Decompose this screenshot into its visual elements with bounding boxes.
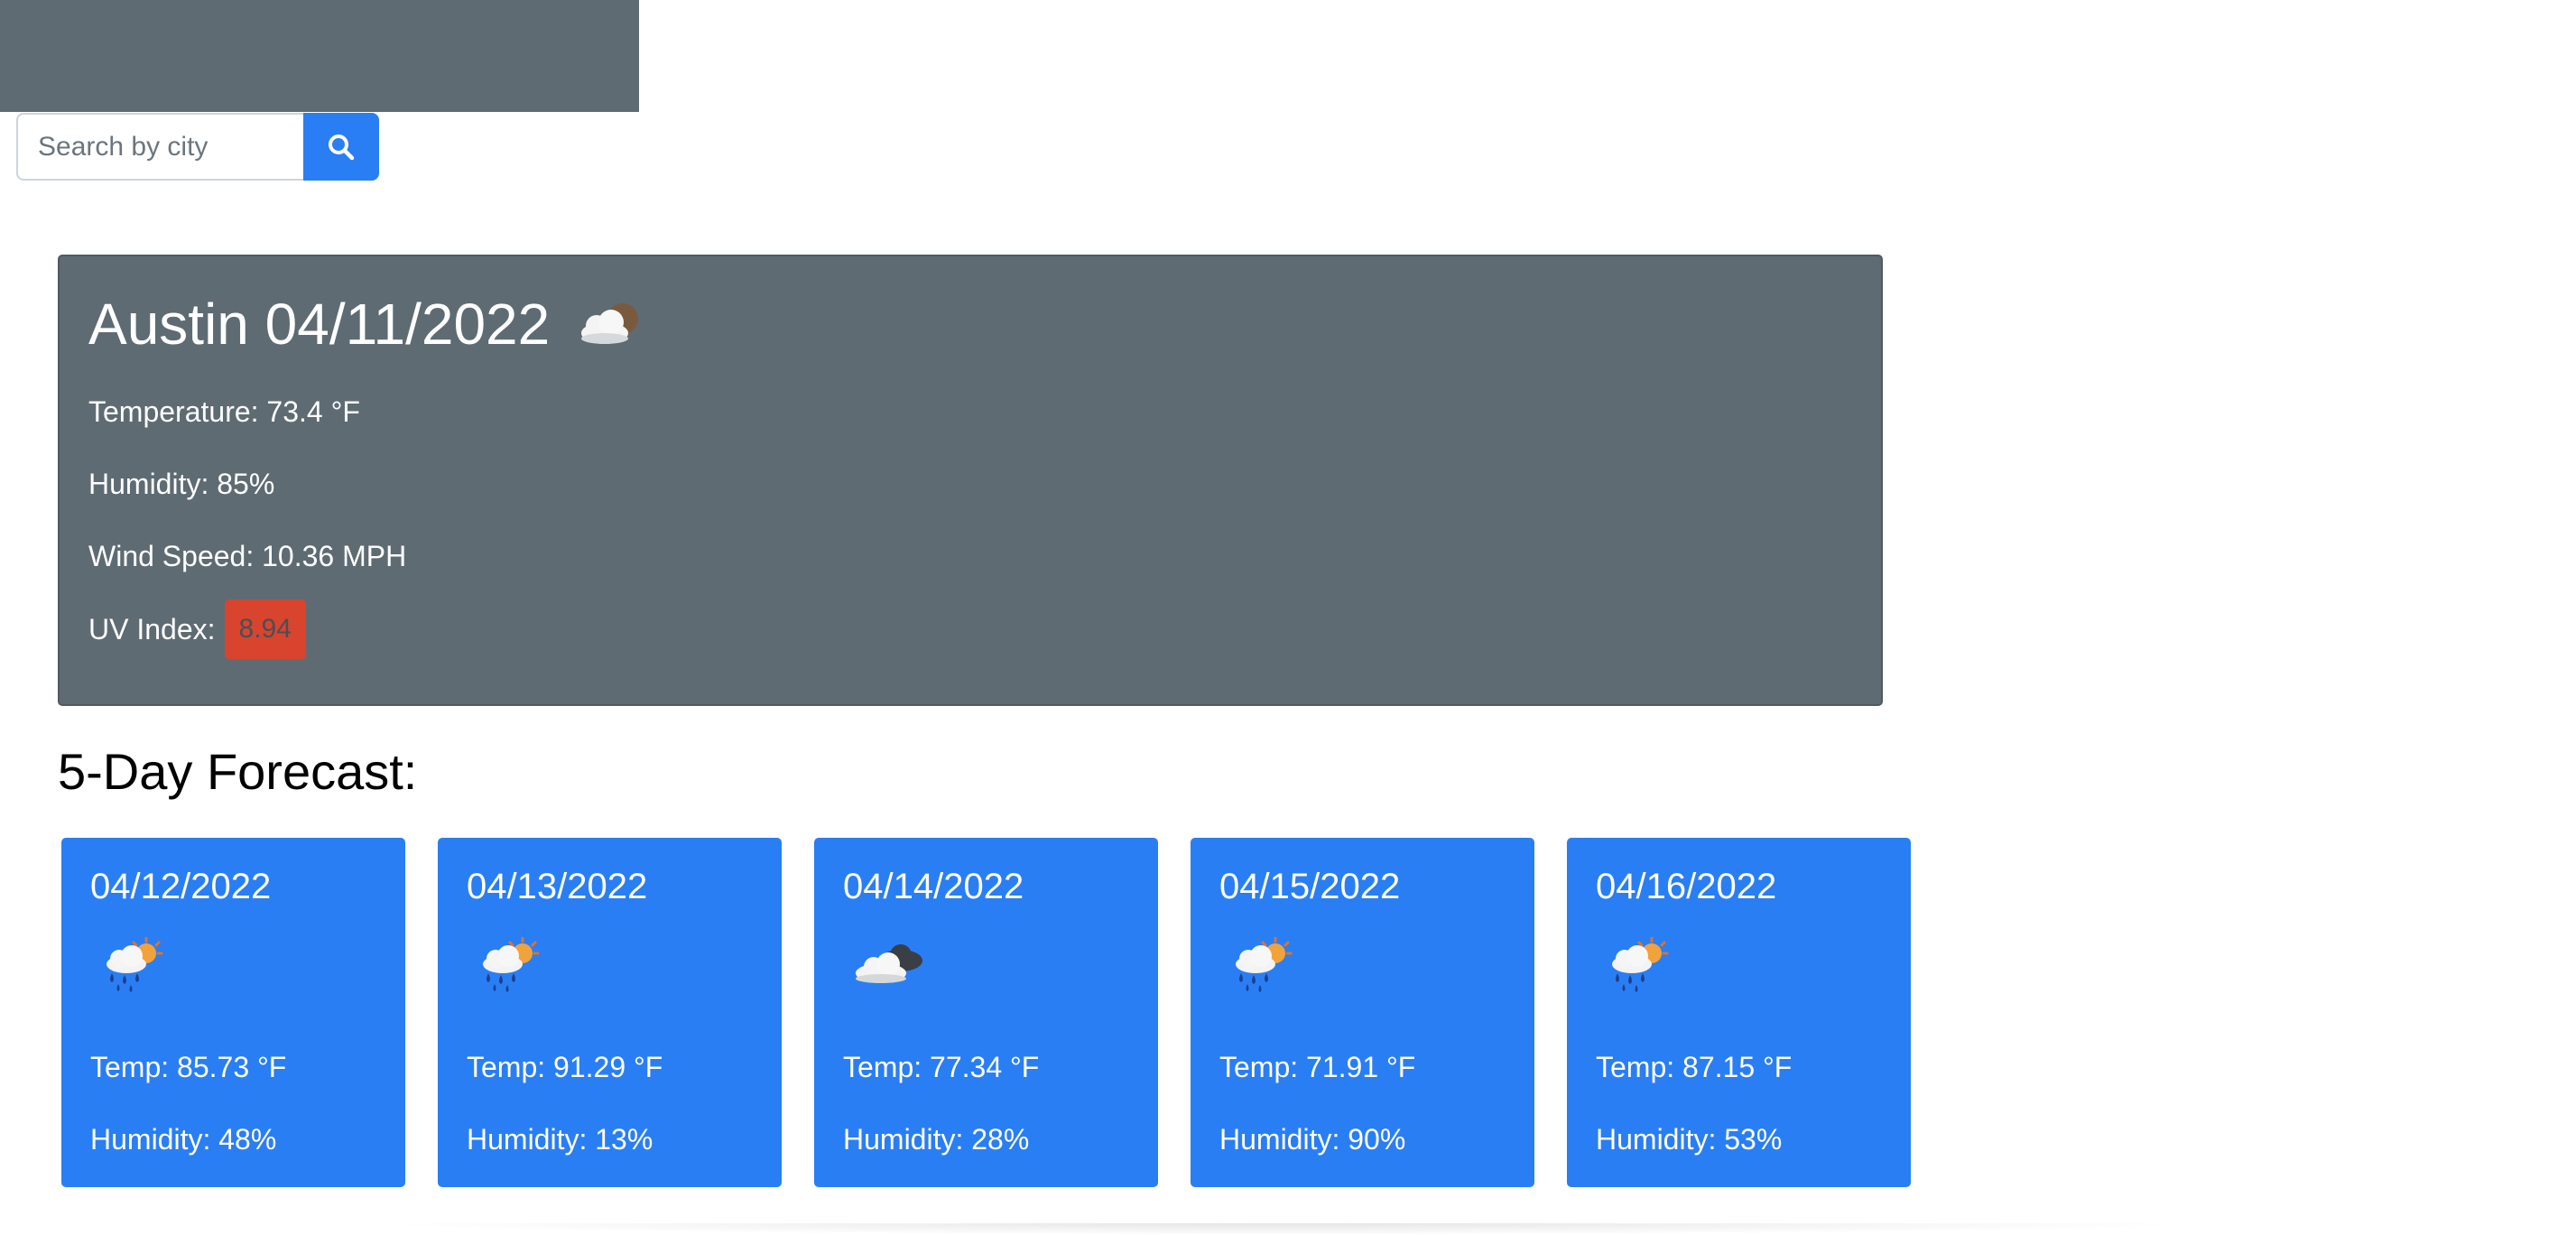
rain-sun-icon [1601,936,1673,999]
forecast-temp: Temp: 91.29 °F [467,1051,663,1083]
forecast-humidity: Humidity: 28% [843,1123,1030,1156]
search-form [16,113,379,181]
search-icon [327,133,356,162]
forecast-humidity: Humidity: 48% [90,1123,277,1156]
forecast-date: 04/12/2022 [90,867,272,906]
partly-cloudy-icon [573,297,645,351]
rain-sun-icon [96,936,168,999]
forecast-temp: Temp: 87.15 °F [1596,1051,1793,1083]
search-input[interactable] [16,113,303,181]
city-name: Austin [88,292,249,357]
current-weather-card: Austin 04/11/2022 Temperature: 73.4 °F H… [58,255,1883,706]
current-temperature: Temperature: 73.4 °F [88,395,360,428]
forecast-date: 04/15/2022 [1219,867,1401,906]
rain-sun-icon [472,936,544,999]
current-date: 04/11/2022 [264,292,551,357]
forecast-card: 04/16/2022 Temp: 87.15 °F Humidity: 53% [1567,838,1911,1187]
rain-sun-icon [1225,936,1297,999]
forecast-temp: Temp: 71.91 °F [1219,1051,1416,1083]
forecast-card: 04/14/2022 Temp: 77.34 °F Humidity: 28% [814,838,1158,1187]
header-bar [0,0,639,112]
forecast-date: 04/16/2022 [1596,867,1777,906]
forecast-date: 04/13/2022 [467,867,648,906]
forecast-card: 04/12/2022 Temp: 85.73 °F Humidity: 48% [61,838,405,1187]
uv-index-badge: 8.94 [224,599,306,659]
current-humidity: Humidity: 85% [88,468,275,500]
current-wind-speed: Wind Speed: 10.36 MPH [88,540,407,572]
forecast-temp: Temp: 85.73 °F [90,1051,287,1083]
uv-index-label: UV Index: [88,613,216,645]
search-button[interactable] [303,113,379,181]
forecast-title: 5-Day Forecast: [58,743,418,800]
forecast-date: 04/14/2022 [843,867,1024,906]
forecast-card: 04/13/2022 Temp: 91.29 °F Humidity: 13% [438,838,782,1187]
forecast-humidity: Humidity: 53% [1596,1123,1783,1156]
forecast-card: 04/15/2022 Temp: 71.91 °F Humidity: 90% [1191,838,1534,1187]
current-title: Austin 04/11/2022 [88,292,645,356]
forecast-humidity: Humidity: 90% [1219,1123,1406,1156]
forecast-list: 04/12/2022 Temp: 85.73 °F Humidity: 48% … [61,838,1911,1187]
cloudy-icon [848,937,930,999]
forecast-humidity: Humidity: 13% [467,1123,653,1156]
page-bottom-shadow [361,1223,2211,1235]
forecast-temp: Temp: 77.34 °F [843,1051,1040,1083]
uv-index-row: UV Index: 8.94 [88,599,306,659]
